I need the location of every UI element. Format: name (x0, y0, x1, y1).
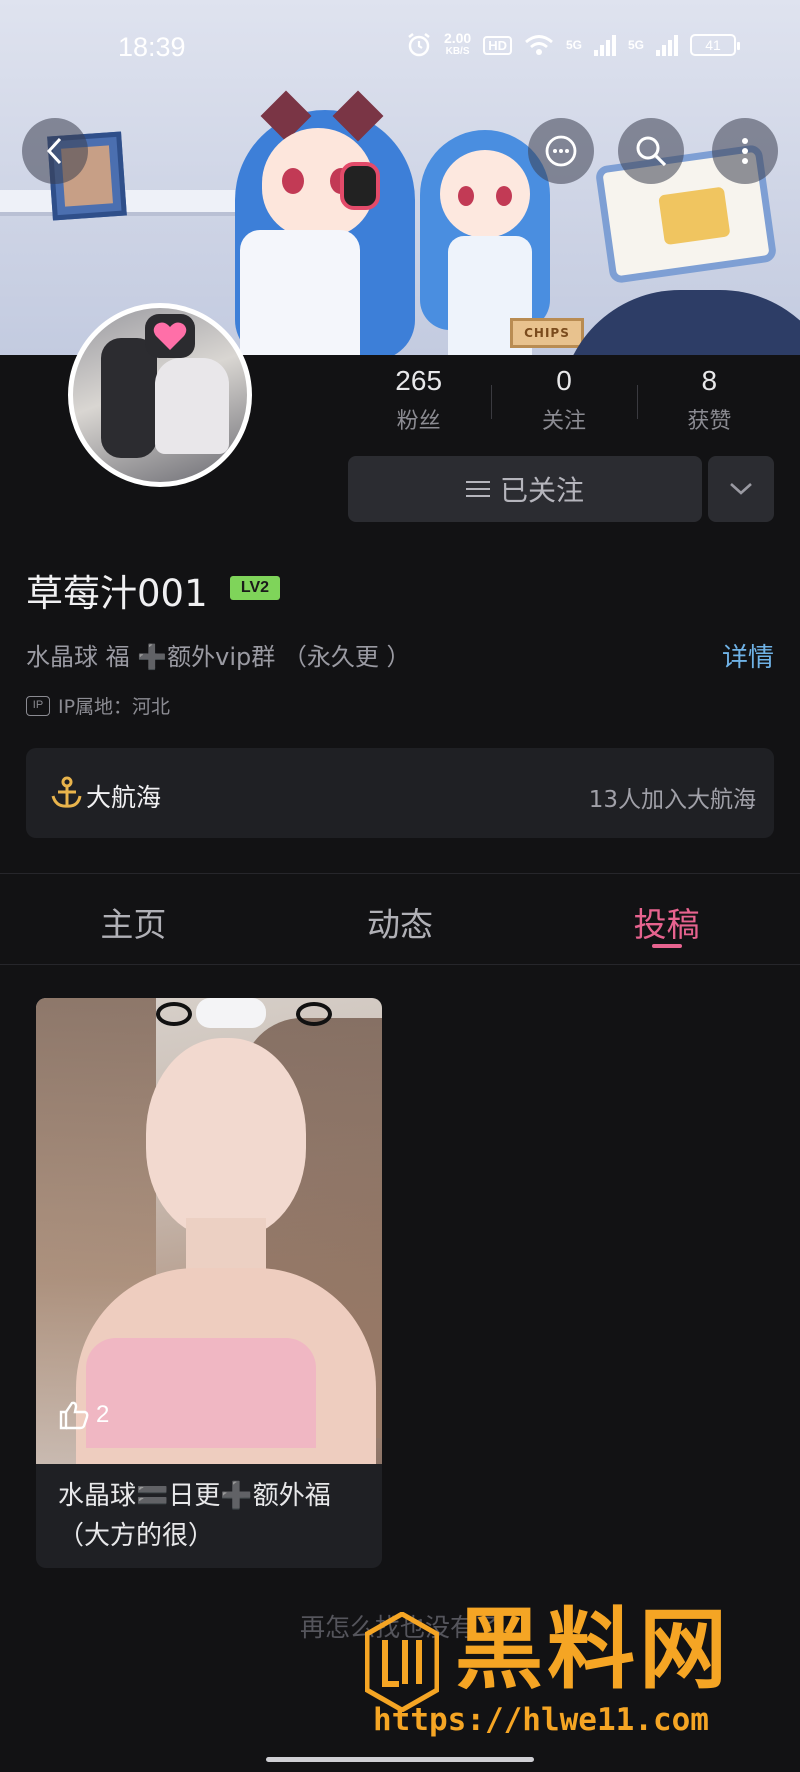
thumbnail-clothing (86, 1338, 316, 1448)
net-speed: 2.00 KB/S (443, 30, 472, 58)
profile-bio: 水晶球 福 ➕额外vip群 （永久更 ） (26, 643, 411, 671)
like-count: 2 (96, 1401, 110, 1428)
search-icon (636, 136, 667, 167)
back-button[interactable] (22, 118, 88, 184)
banner-character-body (240, 230, 360, 355)
stat-following[interactable]: 0 关注 (491, 365, 636, 445)
more-options-button[interactable] (712, 118, 778, 184)
anchor-icon (51, 776, 82, 808)
follow-dropdown-button[interactable] (708, 456, 774, 522)
stat-likes[interactable]: 8 获赞 (636, 365, 782, 445)
watermark-logo-icon (365, 1612, 439, 1712)
status-bar: 18:39 2.00 KB/S HD 5G 5G 41 (0, 0, 800, 96)
message-button[interactable] (528, 118, 594, 184)
watermark: 黑料网 https://hlwe11.com (365, 1600, 785, 1750)
chevron-down-icon (730, 483, 752, 495)
banner-chips-bag: CHIPS (510, 318, 584, 348)
wifi-icon (525, 35, 553, 55)
ip-location: IP IP属地：河北 (26, 692, 170, 719)
stat-value: 0 (556, 365, 572, 396)
fleet-count: 13人加入大航海 (588, 787, 756, 813)
status-time: 18:39 (118, 32, 186, 62)
hd-badge: HD (483, 35, 512, 55)
stat-label: 获赞 (687, 409, 732, 434)
banner-character-face (440, 150, 530, 238)
battery-icon: 41 (690, 34, 740, 56)
profile-tabs: 主页 动态 投稿 (0, 873, 800, 965)
thumbnail-bow (196, 998, 266, 1028)
signal-2-bars-icon (656, 34, 678, 56)
followed-label: 已关注 (499, 474, 584, 507)
stat-label: 关注 (541, 409, 586, 434)
stat-value: 265 (395, 365, 443, 396)
chat-bubble-icon (545, 135, 577, 167)
watermark-name: 黑料网 (455, 1598, 732, 1701)
avatar[interactable] (68, 303, 252, 487)
thumbnail-ear-filter (296, 1002, 332, 1026)
video-card[interactable]: 2 水晶球🟰日更➕额外福（大方的很） (36, 998, 382, 1568)
banner-character-eye (458, 186, 474, 206)
ip-location-text: IP属地：河北 (58, 696, 171, 718)
fleet-title: 大航海 (86, 783, 162, 812)
video-thumbnail: 2 (36, 998, 382, 1464)
stat-followers[interactable]: 265 粉丝 (346, 365, 491, 445)
tab-dynamics[interactable]: 动态 (267, 874, 534, 964)
profile-name: 草莓汁001 (26, 572, 208, 615)
signal-2-label: 5G (627, 38, 644, 52)
ip-icon: IP (26, 695, 50, 716)
status-icons: 2.00 KB/S HD 5G 5G 41 (406, 30, 740, 58)
banner-character-eye (496, 186, 512, 206)
fleet-card[interactable]: 大航海 13人加入大航海 (26, 748, 774, 838)
banner-headphones (340, 162, 380, 210)
avatar-figure (155, 358, 229, 454)
chevron-left-icon (46, 137, 62, 165)
watermark-url: https://hlwe11.com (373, 1702, 709, 1738)
menu-lines-icon (465, 476, 490, 502)
video-title: 水晶球🟰日更➕额外福（大方的很） (58, 1481, 331, 1551)
video-like-count: 2 (58, 1400, 109, 1430)
tab-submissions[interactable]: 投稿 (533, 874, 800, 964)
signal-1-bars-icon (593, 34, 616, 56)
stat-value: 8 (701, 365, 718, 396)
profile-stats: 265 粉丝 0 关注 8 获赞 (346, 365, 782, 445)
net-speed-unit: KB/S (445, 46, 470, 57)
banner-chips-text: CHIPS (524, 326, 570, 340)
followed-button[interactable]: 已关注 (348, 456, 702, 522)
banner-dark-shape (560, 290, 800, 355)
bio-detail-link[interactable]: 详情 (722, 637, 774, 674)
stat-label: 粉丝 (396, 409, 441, 434)
thumbnail-ear-filter (156, 1002, 192, 1026)
level-badge: LV2 (230, 576, 280, 600)
thumbnail-face (146, 1038, 306, 1238)
signal-1-label: 5G (565, 38, 582, 52)
more-vertical-icon (742, 138, 748, 164)
alarm-icon (408, 33, 430, 57)
search-button[interactable] (618, 118, 684, 184)
tab-home[interactable]: 主页 (0, 874, 267, 964)
heart-sticker-icon (145, 314, 195, 358)
net-speed-value: 2.00 (443, 30, 472, 46)
thumbs-up-icon (59, 1401, 89, 1430)
banner-character-eye (282, 168, 304, 194)
home-indicator[interactable] (266, 1757, 534, 1762)
